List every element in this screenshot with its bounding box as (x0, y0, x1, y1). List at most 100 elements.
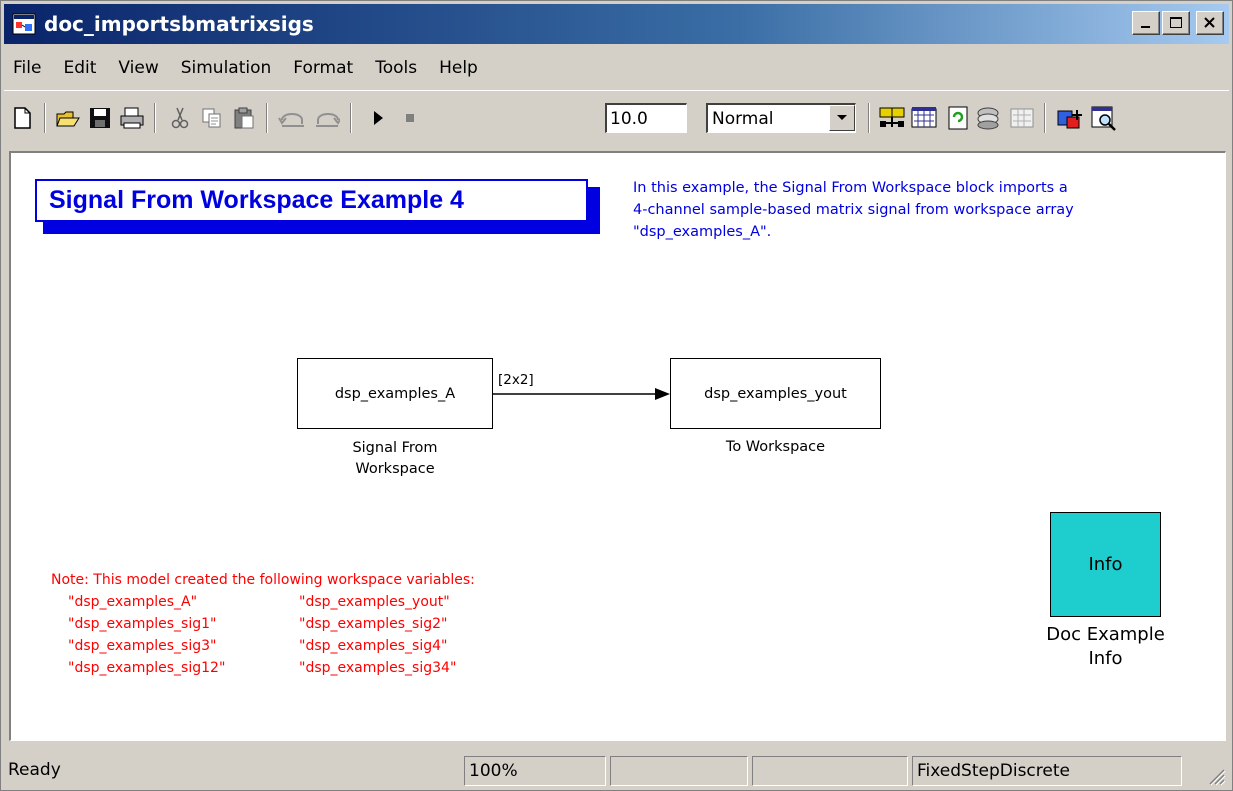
status-field-empty (610, 756, 748, 786)
open-button[interactable] (54, 104, 82, 132)
new-model-icon (14, 107, 31, 129)
arrowhead-icon (655, 388, 670, 400)
menu-format[interactable]: Format (282, 58, 364, 78)
signal-from-workspace-label[interactable]: Signal From Workspace (297, 438, 493, 480)
toolbar-separator (44, 103, 46, 133)
menu-tools[interactable]: Tools (364, 58, 428, 78)
note-heading: Note: This model created the following w… (51, 572, 475, 588)
simulation-mode-select[interactable]: Normal (706, 103, 856, 133)
minimize-icon (1141, 26, 1150, 28)
status-bar: Ready 100% FixedStepDiscrete (4, 752, 1229, 788)
print-icon (120, 107, 144, 129)
note-variable: "dsp_examples_sig34" (299, 660, 457, 676)
save-button[interactable] (86, 104, 114, 132)
paste-button[interactable] (230, 104, 258, 132)
toolbar-separator (868, 103, 870, 133)
to-workspace-label[interactable]: To Workspace (670, 437, 881, 458)
toolbar-separator (350, 103, 352, 133)
description-line: 4-channel sample-based matrix signal fro… (633, 202, 1074, 218)
refresh-button[interactable] (944, 104, 972, 132)
menu-help[interactable]: Help (428, 58, 489, 78)
note-row: "dsp_examples_sig1" "dsp_examples_sig2" (51, 613, 475, 635)
doc-example-info-block[interactable]: Info (1050, 512, 1161, 617)
start-simulation-icon (374, 111, 383, 125)
description-line: In this example, the Signal From Workspa… (633, 180, 1068, 196)
maximize-button[interactable] (1162, 11, 1190, 35)
toolbar: 10.0 Normal (4, 90, 1229, 146)
stop-time-input[interactable]: 10.0 (605, 103, 687, 133)
description-line: "dsp_examples_A". (633, 224, 772, 240)
close-icon (1204, 17, 1215, 28)
note-variable: "dsp_examples_A" (68, 594, 198, 610)
print-button[interactable] (118, 104, 146, 132)
copy-icon (202, 108, 221, 128)
undo-icon (278, 113, 304, 127)
description-annotation[interactable]: In this example, the Signal From Workspa… (633, 177, 1213, 243)
note-variable: "dsp_examples_yout" (299, 594, 450, 610)
new-model-button[interactable] (8, 104, 36, 132)
workspace-variables-note[interactable]: Note: This model created the following w… (51, 569, 475, 679)
to-workspace-block[interactable]: dsp_examples_yout (670, 358, 881, 429)
maximize-icon (1170, 17, 1182, 28)
toolbar-separator (1044, 103, 1046, 133)
library-browser-icon (1057, 110, 1082, 129)
build-model-button[interactable] (878, 104, 906, 132)
model-title-annotation[interactable]: Signal From Workspace Example 4 (35, 179, 588, 222)
doc-example-info-label[interactable]: Doc Example Info (1019, 623, 1192, 671)
model-explorer-icon (1091, 106, 1116, 131)
model-explorer-button[interactable] (1090, 104, 1118, 132)
library-browser-button[interactable] (1056, 104, 1084, 132)
minimize-button[interactable] (1132, 11, 1160, 35)
signal-dimension-label: [2x2] (498, 372, 534, 388)
model-advisor-button[interactable] (1008, 104, 1036, 132)
toolbar-separator (266, 103, 268, 133)
menu-simulation[interactable]: Simulation (170, 58, 283, 78)
build-model-icon (879, 107, 905, 127)
cut-icon (171, 107, 189, 129)
chevron-down-icon[interactable] (829, 105, 855, 131)
title-bar[interactable]: doc_importsbmatrixsigs (4, 4, 1229, 44)
toolbar-separator (154, 103, 156, 133)
note-variable: "dsp_examples_sig12" (68, 660, 226, 676)
signal-from-workspace-block[interactable]: dsp_examples_A (297, 358, 493, 429)
simulation-mode-value: Normal (712, 109, 774, 129)
block-label-line: Workspace (355, 461, 435, 477)
redo-button[interactable] (312, 104, 340, 132)
window-title: doc_importsbmatrixsigs (44, 12, 314, 36)
update-diagram-button[interactable] (974, 104, 1002, 132)
start-simulation-button[interactable] (364, 104, 392, 132)
paste-icon (234, 107, 254, 129)
status-text: Ready (8, 760, 61, 780)
refresh-icon (948, 106, 968, 130)
menu-view[interactable]: View (107, 58, 169, 78)
menu-bar: File Edit View Simulation Format Tools H… (4, 50, 1229, 86)
note-variable: "dsp_examples_sig2" (299, 616, 448, 632)
undo-button[interactable] (278, 104, 306, 132)
close-button[interactable] (1196, 11, 1224, 35)
note-row: "dsp_examples_sig3" "dsp_examples_sig4" (51, 635, 475, 657)
stop-simulation-button[interactable] (396, 104, 424, 132)
cut-button[interactable] (166, 104, 194, 132)
incremental-build-button[interactable] (910, 104, 938, 132)
resize-grip-icon[interactable] (1204, 764, 1226, 786)
block-label-line: Info (1088, 648, 1123, 669)
solver-name: FixedStepDiscrete (912, 756, 1182, 786)
simulink-model-icon (12, 13, 36, 35)
redo-icon (316, 113, 340, 127)
block-label-line: Doc Example (1046, 624, 1165, 645)
zoom-level: 100% (464, 756, 606, 786)
update-diagram-icon (977, 107, 999, 130)
menu-edit[interactable]: Edit (52, 58, 107, 78)
model-window: doc_importsbmatrixsigs File Edit View Si… (0, 0, 1233, 791)
note-row: "dsp_examples_sig12" "dsp_examples_sig34… (51, 657, 475, 679)
block-label-line: Signal From (352, 440, 438, 456)
note-variable: "dsp_examples_sig4" (299, 638, 448, 654)
stop-simulation-icon (406, 114, 414, 122)
note-row: "dsp_examples_A" "dsp_examples_yout" (51, 591, 475, 613)
block-parameter-text: dsp_examples_A (334, 385, 456, 402)
note-variable: "dsp_examples_sig1" (68, 616, 217, 632)
info-block-text: Info (1088, 554, 1123, 575)
note-variable: "dsp_examples_sig3" (68, 638, 217, 654)
menu-file[interactable]: File (4, 58, 52, 78)
copy-button[interactable] (198, 104, 226, 132)
